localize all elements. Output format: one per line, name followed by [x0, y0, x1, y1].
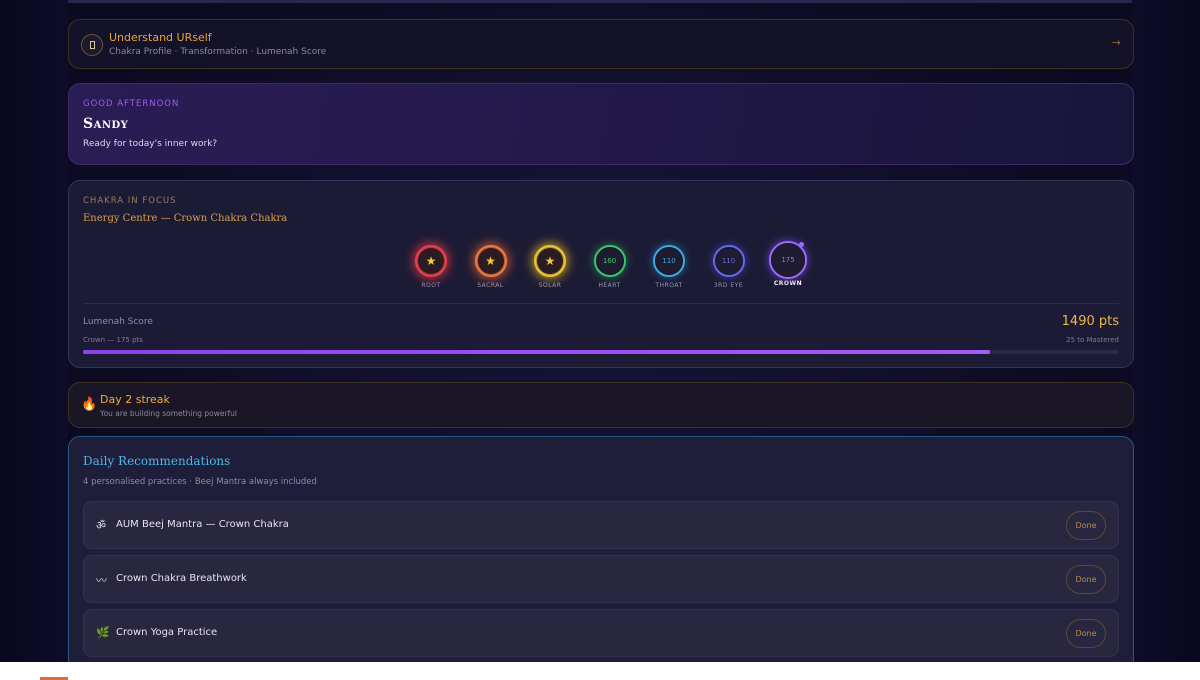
done-button[interactable]: Done — [1066, 511, 1106, 540]
chakra-sacral[interactable]: ★ SACRAL — [461, 245, 521, 289]
recommendation-label: Crown Chakra Breathwork — [116, 573, 247, 584]
user-name: Sandy — [83, 116, 129, 132]
chakra-ring: ★ — [534, 245, 566, 277]
chakra-solar[interactable]: ★ SOLAR — [520, 245, 580, 289]
star-icon: ★ — [418, 248, 444, 274]
chakra-value: 160 — [596, 248, 623, 274]
star-icon: ★ — [537, 248, 563, 274]
chakra-ring: ★ — [415, 245, 447, 277]
lumenah-score: 1490 pts — [1061, 314, 1119, 329]
chakra-crown[interactable]: 175 CROWN — [758, 241, 818, 287]
greeting-subtitle: Ready for today's inner work? — [83, 139, 218, 149]
chakra-value: 110 — [715, 248, 742, 274]
streak-title: Day 2 streak — [100, 393, 170, 406]
chakra-value: 175 — [771, 243, 805, 277]
streak-card: 🔥 Day 2 streak You are building somethin… — [68, 382, 1134, 428]
progress-current: Crown — 175 pts — [83, 336, 143, 344]
chakra-name: HEART — [598, 282, 621, 289]
chakra-name: 3RD EYE — [713, 282, 744, 289]
progress-fill — [83, 350, 990, 354]
chakra-row: ★ ROOT ★ SACRAL ★ SOLAR 160 HEART 110 THROAT 110 3R… — [401, 241, 807, 295]
chakra-ring: ★ — [474, 245, 507, 277]
chakra-heart[interactable]: 160 HEART — [580, 245, 640, 289]
divider — [83, 303, 1119, 304]
done-button[interactable]: Done — [1066, 565, 1106, 594]
chakra-ring: 110 — [653, 245, 685, 277]
understand-urself-card[interactable]: Understand URself Chakra Profile · Trans… — [68, 19, 1134, 69]
om-icon: ॐ — [96, 519, 107, 532]
active-indicator-dot — [799, 242, 804, 247]
window-top-border — [0, 0, 1200, 3]
greeting-card: GOOD AFTERNOON Sandy Ready for today's i… — [68, 83, 1134, 165]
chakra-value: 110 — [656, 248, 682, 274]
recommendation-item[interactable]: 🌿 Crown Yoga Practice Done — [83, 609, 1119, 657]
recommendation-label: Crown Yoga Practice — [116, 627, 218, 638]
leaf-icon: 🌿 — [96, 626, 110, 639]
chakra-name: ROOT — [421, 282, 441, 289]
chakra-ring: 175 — [769, 241, 807, 279]
chakra-throat[interactable]: 110 THROAT — [639, 245, 699, 289]
recommendation-item[interactable]: ॐ AUM Beej Mantra — Crown Chakra Done — [83, 501, 1119, 549]
streak-subtitle: You are building something powerful — [100, 409, 237, 418]
progress-bar — [83, 350, 1119, 354]
chakra-focus-card: CHAKRA IN FOCUS Energy Centre — Crown Ch… — [68, 180, 1134, 368]
done-button[interactable]: Done — [1066, 619, 1106, 648]
daily-subtitle: 4 personalised practices · Beej Mantra a… — [83, 477, 317, 487]
chakra-3rd-eye[interactable]: 110 3RD EYE — [699, 245, 759, 289]
recommendation-item[interactable]: 〰 Crown Chakra Breathwork Done — [83, 555, 1119, 603]
understand-subtitle: Chakra Profile · Transformation · Lumena… — [109, 47, 327, 57]
breath-icon: 〰 — [96, 574, 107, 587]
book-icon — [81, 34, 103, 56]
arrow-right-icon[interactable]: → — [1112, 36, 1121, 49]
chakra-name: SACRAL — [477, 282, 504, 289]
progress-remaining: 25 to Mastered — [1066, 336, 1119, 344]
taskbar-strip — [0, 662, 1200, 680]
chakra-root[interactable]: ★ ROOT — [401, 245, 461, 289]
daily-title: Daily Recommendations — [83, 454, 231, 468]
daily-recommendations-card: Daily Recommendations 4 personalised pra… — [68, 436, 1134, 680]
chakra-name: THROAT — [655, 282, 683, 289]
chakra-name: SOLAR — [538, 282, 562, 289]
chakra-focus-subtitle: Energy Centre — Crown Chakra Chakra — [83, 213, 288, 224]
fire-icon: 🔥 — [81, 397, 98, 412]
chakra-name: CROWN — [773, 280, 803, 287]
recommendation-label: AUM Beej Mantra — Crown Chakra — [116, 519, 289, 530]
star-icon: ★ — [477, 248, 504, 274]
chakra-ring: 110 — [712, 245, 745, 277]
understand-title: Understand URself — [109, 31, 212, 44]
chakra-focus-label: CHAKRA IN FOCUS — [83, 196, 177, 206]
left-margin — [0, 0, 68, 680]
right-margin — [1132, 0, 1200, 680]
lumenah-label: Lumenah Score — [83, 317, 153, 327]
chakra-ring: 160 — [593, 245, 626, 277]
greeting-label: GOOD AFTERNOON — [83, 99, 180, 109]
